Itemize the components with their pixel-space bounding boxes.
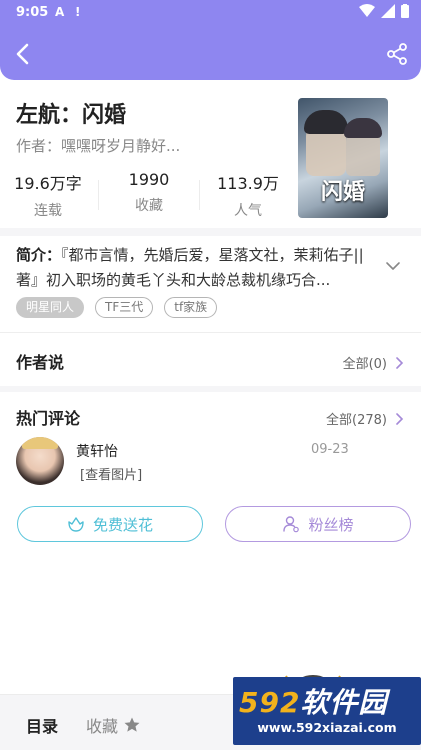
status-time: 9:05	[16, 5, 49, 20]
favorite-label: 收藏	[86, 717, 119, 736]
fans-ranking-button[interactable]: 粉丝榜	[225, 506, 411, 542]
user-icon	[283, 516, 300, 533]
section-divider	[0, 228, 421, 236]
hot-comments-title: 热门评论	[16, 409, 81, 428]
signal-icon	[381, 4, 395, 18]
expand-chevron-icon[interactable]	[385, 258, 401, 274]
stat-value: 1990	[128, 170, 170, 189]
author-says-title: 作者说	[16, 353, 65, 372]
wifi-icon	[359, 4, 375, 17]
author-label: 作者：	[16, 137, 62, 155]
cover-figure-hair	[344, 118, 382, 138]
warning-icon: !	[75, 5, 81, 19]
flower-icon	[68, 517, 84, 532]
watermark-name: 软件园	[300, 686, 388, 719]
stat-favorites: 1990 收藏	[101, 170, 197, 215]
watermark-brand: 592软件园	[239, 681, 387, 721]
section-divider	[0, 332, 421, 333]
book-author[interactable]: 作者：嘿嘿呀岁月静好...	[16, 135, 180, 156]
book-cover[interactable]: 闪婚	[298, 98, 388, 218]
avatar-frame	[22, 437, 58, 449]
hot-comments-count: 全部(278)	[326, 413, 387, 428]
watermark-number: 592	[239, 686, 301, 719]
battery-icon	[401, 4, 409, 18]
avatar[interactable]	[16, 437, 64, 485]
stat-label: 收藏	[135, 198, 163, 214]
stat-words: 19.6万字 连载	[0, 170, 96, 220]
book-title: 左航：闪婚	[16, 103, 127, 128]
table-of-contents-tab[interactable]: 目录	[26, 713, 58, 737]
star-icon	[124, 717, 140, 732]
tag-chip[interactable]: tf家族	[164, 297, 218, 318]
status-bar: 9:05 A !	[0, 0, 421, 26]
comment-date: 09-23	[311, 442, 349, 457]
cover-figure-hair	[304, 110, 348, 134]
author-says-count: 全部(0)	[342, 357, 387, 372]
watermark-url: www.592xiazai.com	[257, 720, 397, 735]
autostart-icon: A	[55, 5, 65, 19]
tag-list: 明星同人 TF三代 tf家族	[16, 297, 218, 318]
comment-author[interactable]: 黄轩怡	[76, 441, 118, 461]
intro-label: 简介：	[16, 246, 62, 264]
stat-label: 人气	[234, 203, 262, 219]
share-icon[interactable]	[385, 42, 409, 66]
stat-value: 113.9万	[217, 174, 279, 193]
watermark-logo: 592软件园 www.592xiazai.com	[233, 677, 421, 745]
send-flower-button[interactable]: 免费送花	[17, 506, 203, 542]
comment-text[interactable]: [查看图片]	[80, 464, 142, 483]
chevron-right-icon	[396, 412, 404, 425]
favorite-tab[interactable]: 收藏	[86, 713, 141, 737]
status-icons	[359, 4, 409, 18]
stat-separator	[98, 180, 99, 210]
tag-chip[interactable]: 明星同人	[16, 297, 85, 318]
fans-ranking-label: 粉丝榜	[308, 515, 354, 534]
back-chevron-icon[interactable]	[10, 40, 38, 68]
book-intro[interactable]: 简介：『都市言情，先婚后爱，星落文社，茉莉佑子||著』初入职场的黄毛丫头和大龄总…	[16, 243, 366, 293]
chevron-right-icon	[396, 356, 404, 369]
send-flower-label: 免费送花	[92, 515, 153, 534]
hot-comments-more-link[interactable]: 全部(278)	[326, 409, 405, 428]
author-says-more-link[interactable]: 全部(0)	[343, 353, 405, 372]
book-stats: 19.6万字 连载 1990 收藏 113.9万 人气	[0, 170, 290, 219]
stat-popularity: 113.9万 人气	[200, 170, 296, 220]
cover-title: 闪婚	[320, 179, 365, 205]
stat-label: 连载	[34, 203, 62, 219]
intro-text: 『都市言情，先婚后爱，星落文社，茉莉佑子||著』初入职场的黄毛丫头和大龄总裁机缘…	[16, 246, 364, 289]
app-bar	[0, 26, 421, 80]
stat-value: 19.6万字	[14, 174, 82, 193]
tag-chip[interactable]: TF三代	[95, 297, 154, 318]
author-name: 嘿嘿呀岁月静好...	[61, 137, 181, 155]
section-divider	[0, 386, 421, 392]
